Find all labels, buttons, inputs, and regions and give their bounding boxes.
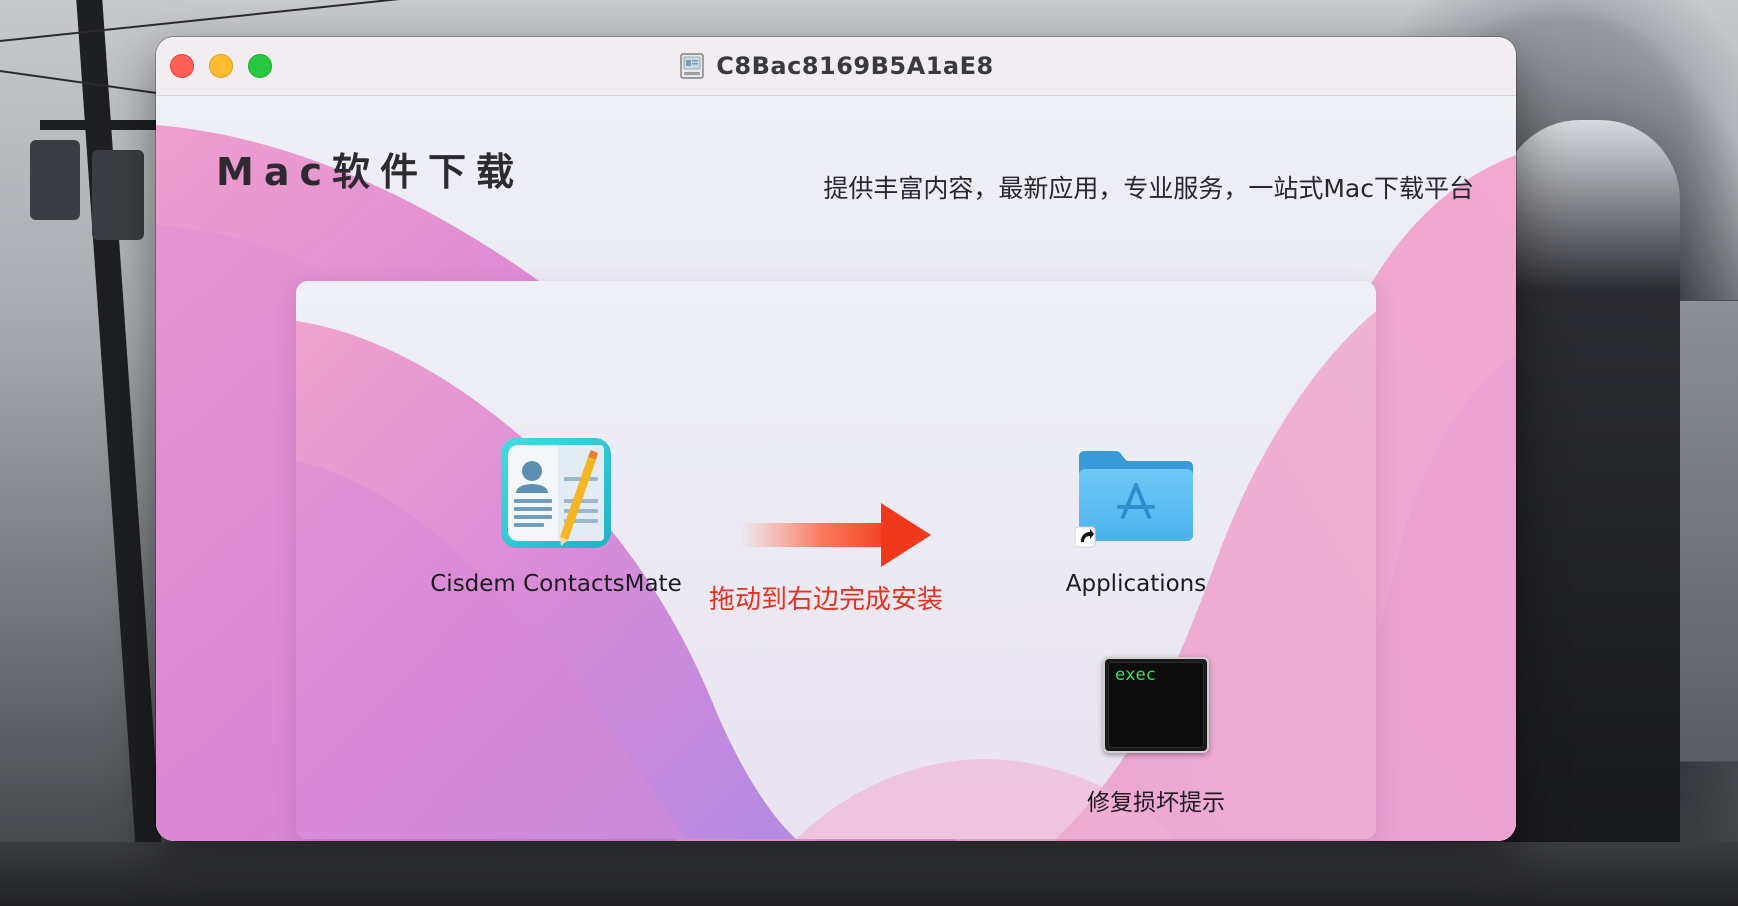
app-item[interactable]: Cisdem ContactsMate [416,437,696,597]
terminal-exec-icon[interactable]: exec [1103,657,1209,753]
install-hint-text: 拖动到右边完成安装 [708,585,943,615]
installer-background: Mac软件下载 提供丰富内容，最新应用，专业服务，一站式Mac下载平台 Cisd… [156,95,1516,841]
app-name-label: Cisdem ContactsMate [430,571,682,597]
window-title: C8Bac8169B5A1aE8 [716,52,994,80]
title-bar[interactable]: C8Bac8169B5A1aE8 [156,37,1516,96]
repair-label: 修复损坏提示 [1087,790,1225,816]
install-panel: Cisdem ContactsMate 拖动到右边完成安装 Applicatio… [296,281,1376,839]
power-line [0,0,418,42]
utility-pole [76,0,166,906]
contacts-app-icon[interactable] [500,437,612,549]
exec-icon-text: exec [1115,665,1156,685]
installer-window: C8Bac8169B5A1aE8 Mac软件下载 提供丰富内容，最新应用，专业服… [156,37,1516,841]
applications-folder-item[interactable]: Applications [1036,447,1236,597]
ground-shadow [0,842,1738,906]
figure-silhouette [1500,120,1680,906]
applications-folder-icon[interactable] [1075,447,1197,549]
title-group: C8Bac8169B5A1aE8 [156,37,1516,95]
drag-hint-group: 拖动到右边完成安装 [701,495,951,615]
disk-image-icon [680,53,704,79]
repair-script-item[interactable]: exec 修复损坏提示 [1056,657,1256,817]
alias-arrow-icon [1075,526,1096,548]
right-arrow-icon [741,503,931,567]
applications-label: Applications [1065,571,1207,597]
transformer-box [30,140,80,220]
brand-title: Mac软件下载 [216,150,524,194]
slogan-text: 提供丰富内容，最新应用，专业服务，一站式Mac下载平台 [823,174,1474,203]
transformer-box [92,150,144,240]
